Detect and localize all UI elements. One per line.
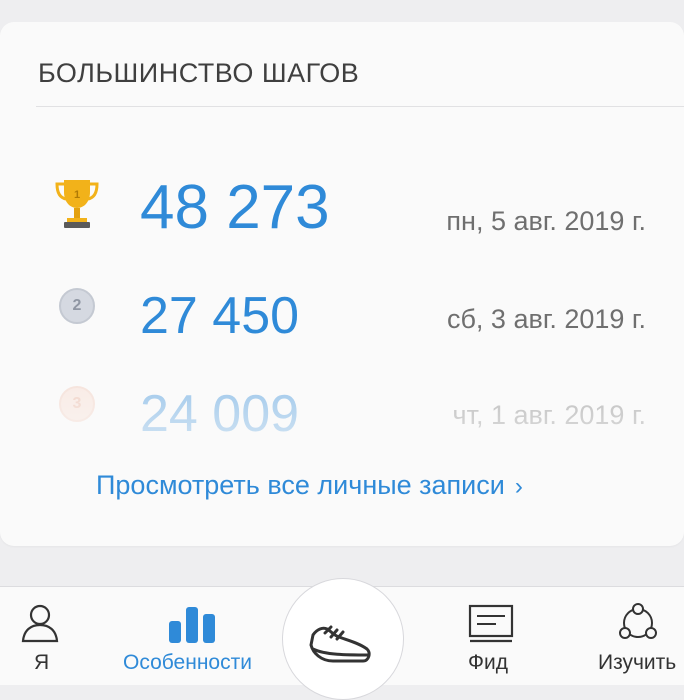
record-date: сб, 3 авг. 2019 г. — [446, 304, 646, 334]
tab-label: Особенности — [123, 651, 252, 674]
tab-label: Изучить — [598, 651, 677, 674]
record-steps: 48 273 — [140, 173, 330, 242]
shoe-icon — [309, 625, 371, 663]
chevron-right-icon: › — [514, 473, 523, 500]
record-date: пн, 5 авг. 2019 г. — [446, 206, 646, 236]
tab-feed[interactable]: Фид — [440, 587, 540, 685]
feed-icon — [468, 604, 514, 643]
record-row-1: 48 273 пн, 5 авг. 2019 г. — [0, 150, 684, 242]
view-all-records-link[interactable]: Просмотреть все личные записи › — [96, 470, 523, 501]
bar-chart-icon — [169, 607, 215, 643]
tab-label: Фид — [468, 651, 508, 674]
record-row-3: 24 009 чт, 1 авг. 2019 г. — [0, 370, 684, 450]
record-activity-button[interactable] — [282, 578, 404, 700]
tab-explore[interactable]: Изучить — [590, 587, 684, 685]
tab-features[interactable]: Особенности — [110, 587, 280, 685]
record-date: чт, 1 авг. 2019 г. — [452, 400, 647, 430]
card-title: БОЛЬШИНСТВО ШАГОВ — [38, 58, 360, 88]
tab-label: Я — [34, 651, 50, 674]
record-steps: 24 009 — [140, 385, 300, 443]
divider — [36, 106, 684, 107]
explore-icon — [619, 603, 657, 639]
tab-me[interactable]: Я — [0, 587, 80, 685]
person-icon — [21, 604, 59, 643]
view-all-label: Просмотреть все личные записи — [96, 470, 505, 500]
record-steps: 27 450 — [140, 287, 300, 345]
record-row-2: 27 450 сб, 3 авг. 2019 г. — [0, 270, 684, 350]
